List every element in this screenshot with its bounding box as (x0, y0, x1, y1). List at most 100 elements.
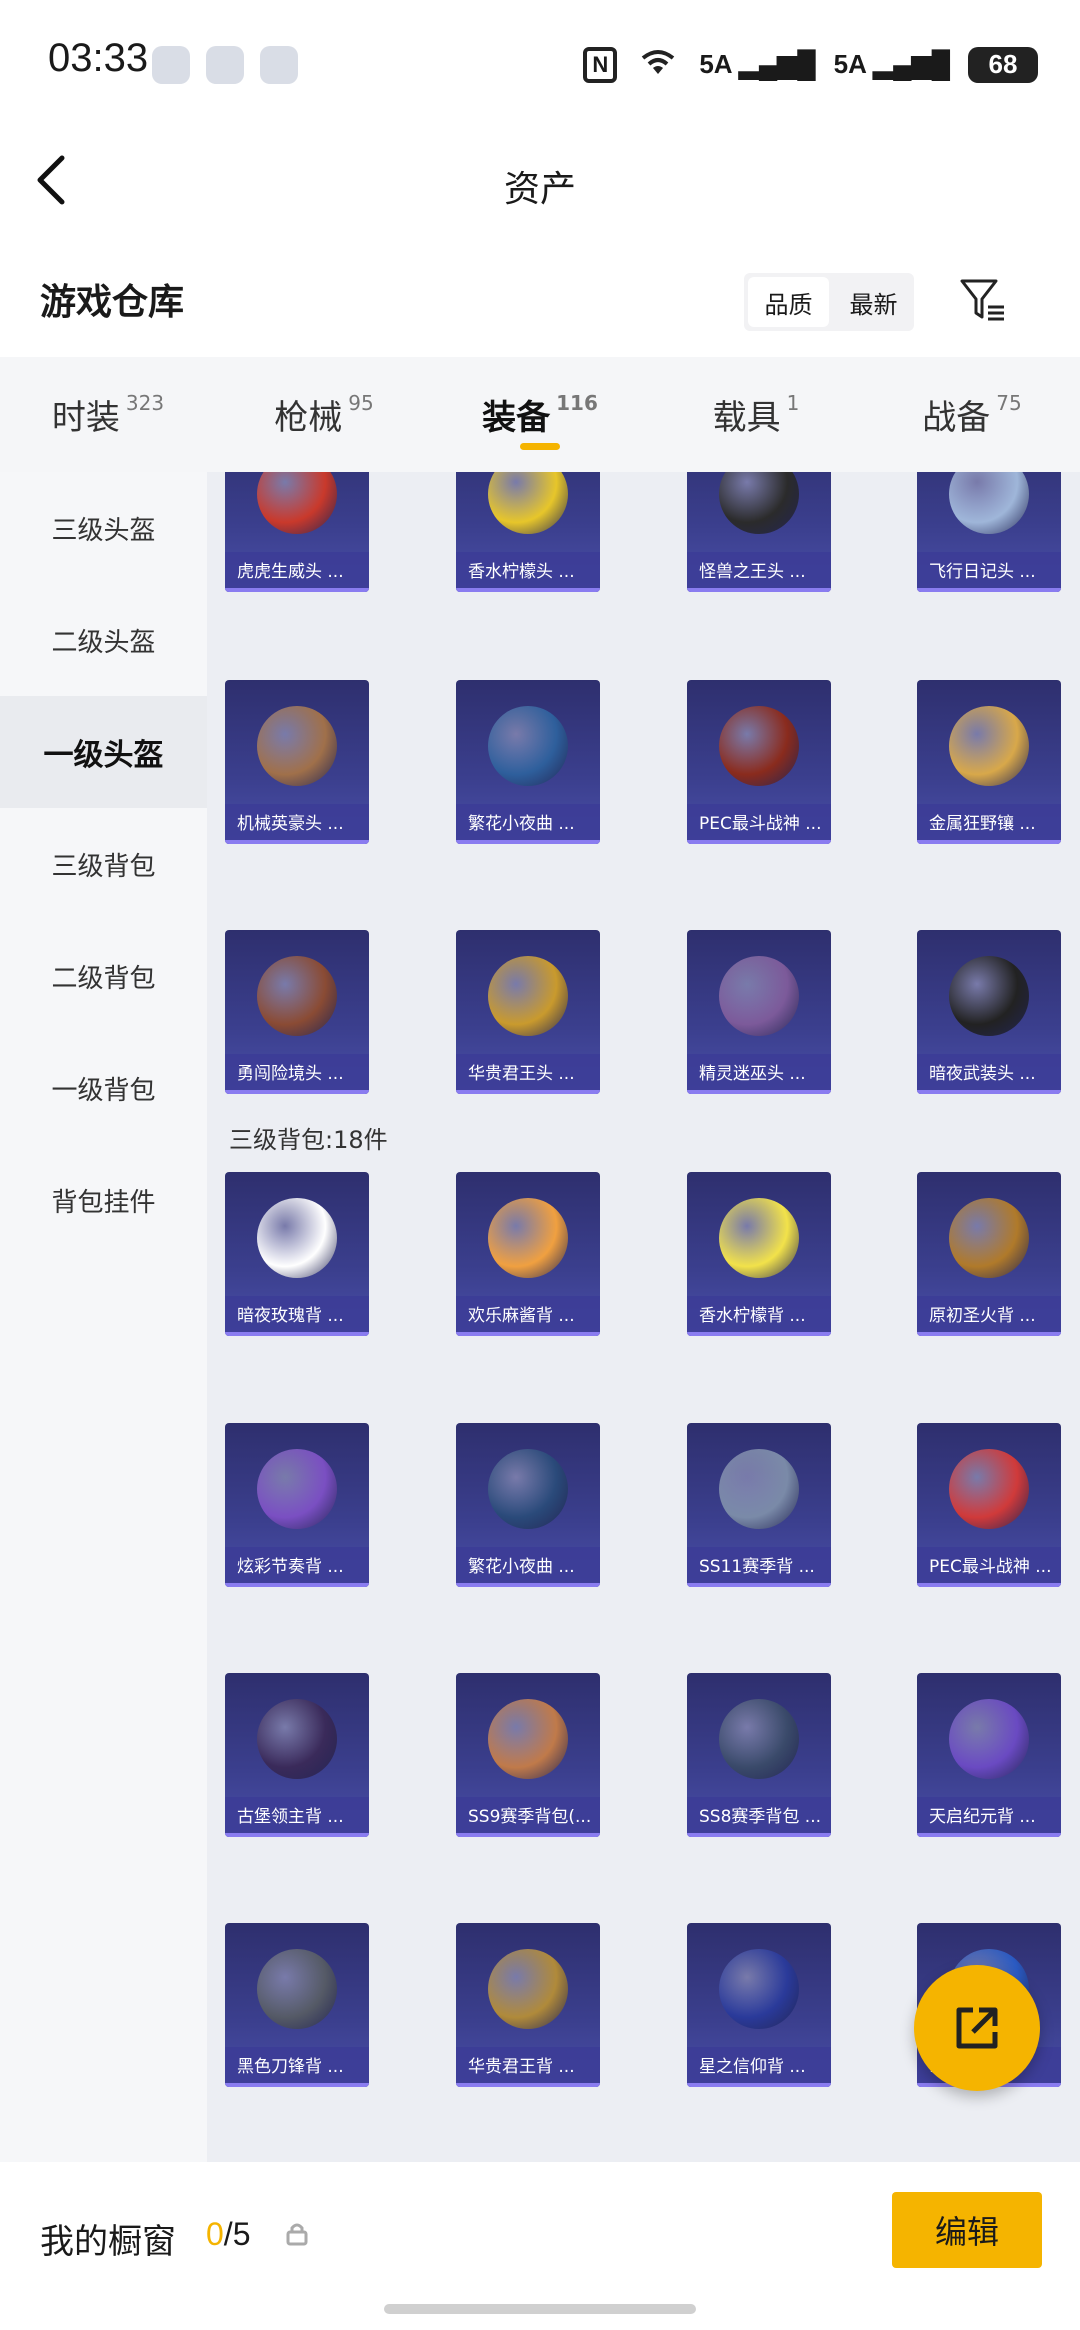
item-card[interactable]: SS8赛季背包 ... (687, 1673, 831, 1837)
item-card[interactable]: 暗夜武装头 ... (917, 930, 1061, 1094)
item-name: 华贵君王头 ... (456, 1054, 600, 1094)
top-bar: 资产 (0, 130, 1080, 240)
item-name: 暗夜玫瑰背 ... (225, 1296, 369, 1336)
item-card[interactable]: PEC最斗战神 ... (687, 680, 831, 844)
rarity-strip (456, 588, 600, 592)
item-card[interactable]: 华贵君王头 ... (456, 930, 600, 1094)
item-card[interactable]: 华贵君王背 ... (456, 1923, 600, 2087)
showcase-count: 0/5 (206, 2216, 250, 2253)
signal-1-label: 5A (699, 49, 732, 79)
item-card[interactable]: 精灵迷巫头 ... (687, 930, 831, 1094)
item-card[interactable]: PEC最斗战神 ... (917, 1423, 1061, 1587)
rarity-strip (225, 1833, 369, 1837)
item-image (257, 956, 337, 1036)
item-image (719, 1198, 799, 1278)
sidebar-item-backpack-charm[interactable]: 背包挂件 (0, 1144, 207, 1256)
item-image (949, 706, 1029, 786)
tab-fashion[interactable]: 时装 323 (0, 357, 216, 472)
item-card[interactable]: 炫彩节奏背 ... (225, 1423, 369, 1587)
sidebar-item-level2-backpack[interactable]: 二级背包 (0, 920, 207, 1032)
item-name: 金属狂野镶 ... (917, 804, 1061, 844)
sidebar-item-level1-backpack[interactable]: 一级背包 (0, 1032, 207, 1144)
item-card[interactable]: 金属狂野镶 ... (917, 680, 1061, 844)
lock-icon (286, 2222, 308, 2253)
item-image (488, 1949, 568, 2029)
share-button[interactable] (914, 1965, 1040, 2091)
item-image (949, 472, 1029, 534)
tab-vehicles[interactable]: 载具 1 (648, 357, 864, 472)
item-name: 繁花小夜曲 ... (456, 1547, 600, 1587)
item-name: 勇闯险境头 ... (225, 1054, 369, 1094)
tab-supplies[interactable]: 战备 75 (864, 357, 1080, 472)
item-name: 暗夜武装头 ... (917, 1054, 1061, 1094)
item-card[interactable]: SS9赛季背包(... (456, 1673, 600, 1837)
tab-weapons[interactable]: 枪械 95 (216, 357, 432, 472)
item-card[interactable]: 虎虎生威头 ... (225, 472, 369, 592)
item-card[interactable]: SS11赛季背 ... (687, 1423, 831, 1587)
item-card[interactable]: 暗夜玫瑰背 ... (225, 1172, 369, 1336)
item-card[interactable]: 星之信仰背 ... (687, 1923, 831, 2087)
rarity-strip (687, 588, 831, 592)
item-name: 星之信仰背 ... (687, 2047, 831, 2087)
item-image (257, 1699, 337, 1779)
status-bar: 03:33 N 5A ▂▄▆█ 5A ▂▄▆█ 68 (0, 0, 1080, 130)
item-image (488, 472, 568, 534)
sidebar-item-level3-helmet[interactable]: 三级头盔 (0, 472, 207, 584)
item-image (257, 1198, 337, 1278)
tab-count: 95 (348, 390, 374, 415)
item-card[interactable]: 繁花小夜曲 ... (456, 680, 600, 844)
rarity-strip (687, 1090, 831, 1094)
signal-2-icon: 5A ▂▄▆█ (833, 49, 950, 79)
item-card[interactable]: 怪兽之王头 ... (687, 472, 831, 592)
warehouse-title: 游戏仓库 (40, 282, 185, 323)
item-card[interactable]: 机械英豪头 ... (225, 680, 369, 844)
showcase-current: 0 (206, 2216, 224, 2252)
item-card[interactable]: 飞行日记头 ... (917, 472, 1061, 592)
item-card[interactable]: 原初圣火背 ... (917, 1172, 1061, 1336)
tab-equipment[interactable]: 装备 116 (432, 357, 648, 472)
battery-icon: 68 (968, 46, 1038, 83)
item-image (719, 1949, 799, 2029)
item-name: 华贵君王背 ... (456, 2047, 600, 2087)
item-card[interactable]: 勇闯险境头 ... (225, 930, 369, 1094)
item-name: 虎虎生威头 ... (225, 552, 369, 592)
item-name: 繁花小夜曲 ... (456, 804, 600, 844)
item-card[interactable]: 古堡领主背 ... (225, 1673, 369, 1837)
tab-label: 战备 (922, 398, 991, 438)
rarity-strip (225, 1332, 369, 1336)
rarity-strip (225, 840, 369, 844)
sidebar-item-level2-helmet[interactable]: 二级头盔 (0, 584, 207, 696)
item-image (488, 1699, 568, 1779)
edit-button[interactable]: 编辑 (892, 2192, 1042, 2268)
status-time: 03:33 (48, 36, 149, 80)
signal-2-label: 5A (833, 49, 866, 79)
item-name: 古堡领主背 ... (225, 1797, 369, 1837)
rarity-strip (225, 1090, 369, 1094)
battery-level: 68 (988, 49, 1018, 79)
item-image (719, 956, 799, 1036)
item-card[interactable]: 香水柠檬头 ... (456, 472, 600, 592)
item-card[interactable]: 繁花小夜曲 ... (456, 1423, 600, 1587)
item-card[interactable]: 香水柠檬背 ... (687, 1172, 831, 1336)
item-card[interactable]: 天启纪元背 ... (917, 1673, 1061, 1837)
active-tab-indicator (520, 443, 560, 450)
tab-label: 载具 (712, 398, 781, 438)
item-name: SS11赛季背 ... (687, 1547, 831, 1587)
item-image (719, 706, 799, 786)
item-image (949, 956, 1029, 1036)
section-label: 三级背包:18件 (229, 1126, 388, 1154)
item-image (488, 1449, 568, 1529)
sort-quality-button[interactable]: 品质 (748, 277, 829, 327)
item-card[interactable]: 欢乐麻酱背 ... (456, 1172, 600, 1336)
item-card[interactable]: 黑色刀锋背 ... (225, 1923, 369, 2087)
item-image (719, 1449, 799, 1529)
rarity-strip (225, 588, 369, 592)
tab-label: 枪械 (274, 398, 343, 438)
sidebar-item-level3-backpack[interactable]: 三级背包 (0, 808, 207, 920)
rarity-strip (917, 1833, 1061, 1837)
filter-button[interactable] (958, 275, 1008, 325)
sidebar-item-level1-helmet[interactable]: 一级头盔 (0, 696, 207, 808)
sort-newest-button[interactable]: 最新 (833, 273, 914, 331)
rarity-strip (917, 1583, 1061, 1587)
sidebar: 三级头盔 二级头盔 一级头盔 三级背包 二级背包 一级背包 背包挂件 (0, 472, 207, 2162)
